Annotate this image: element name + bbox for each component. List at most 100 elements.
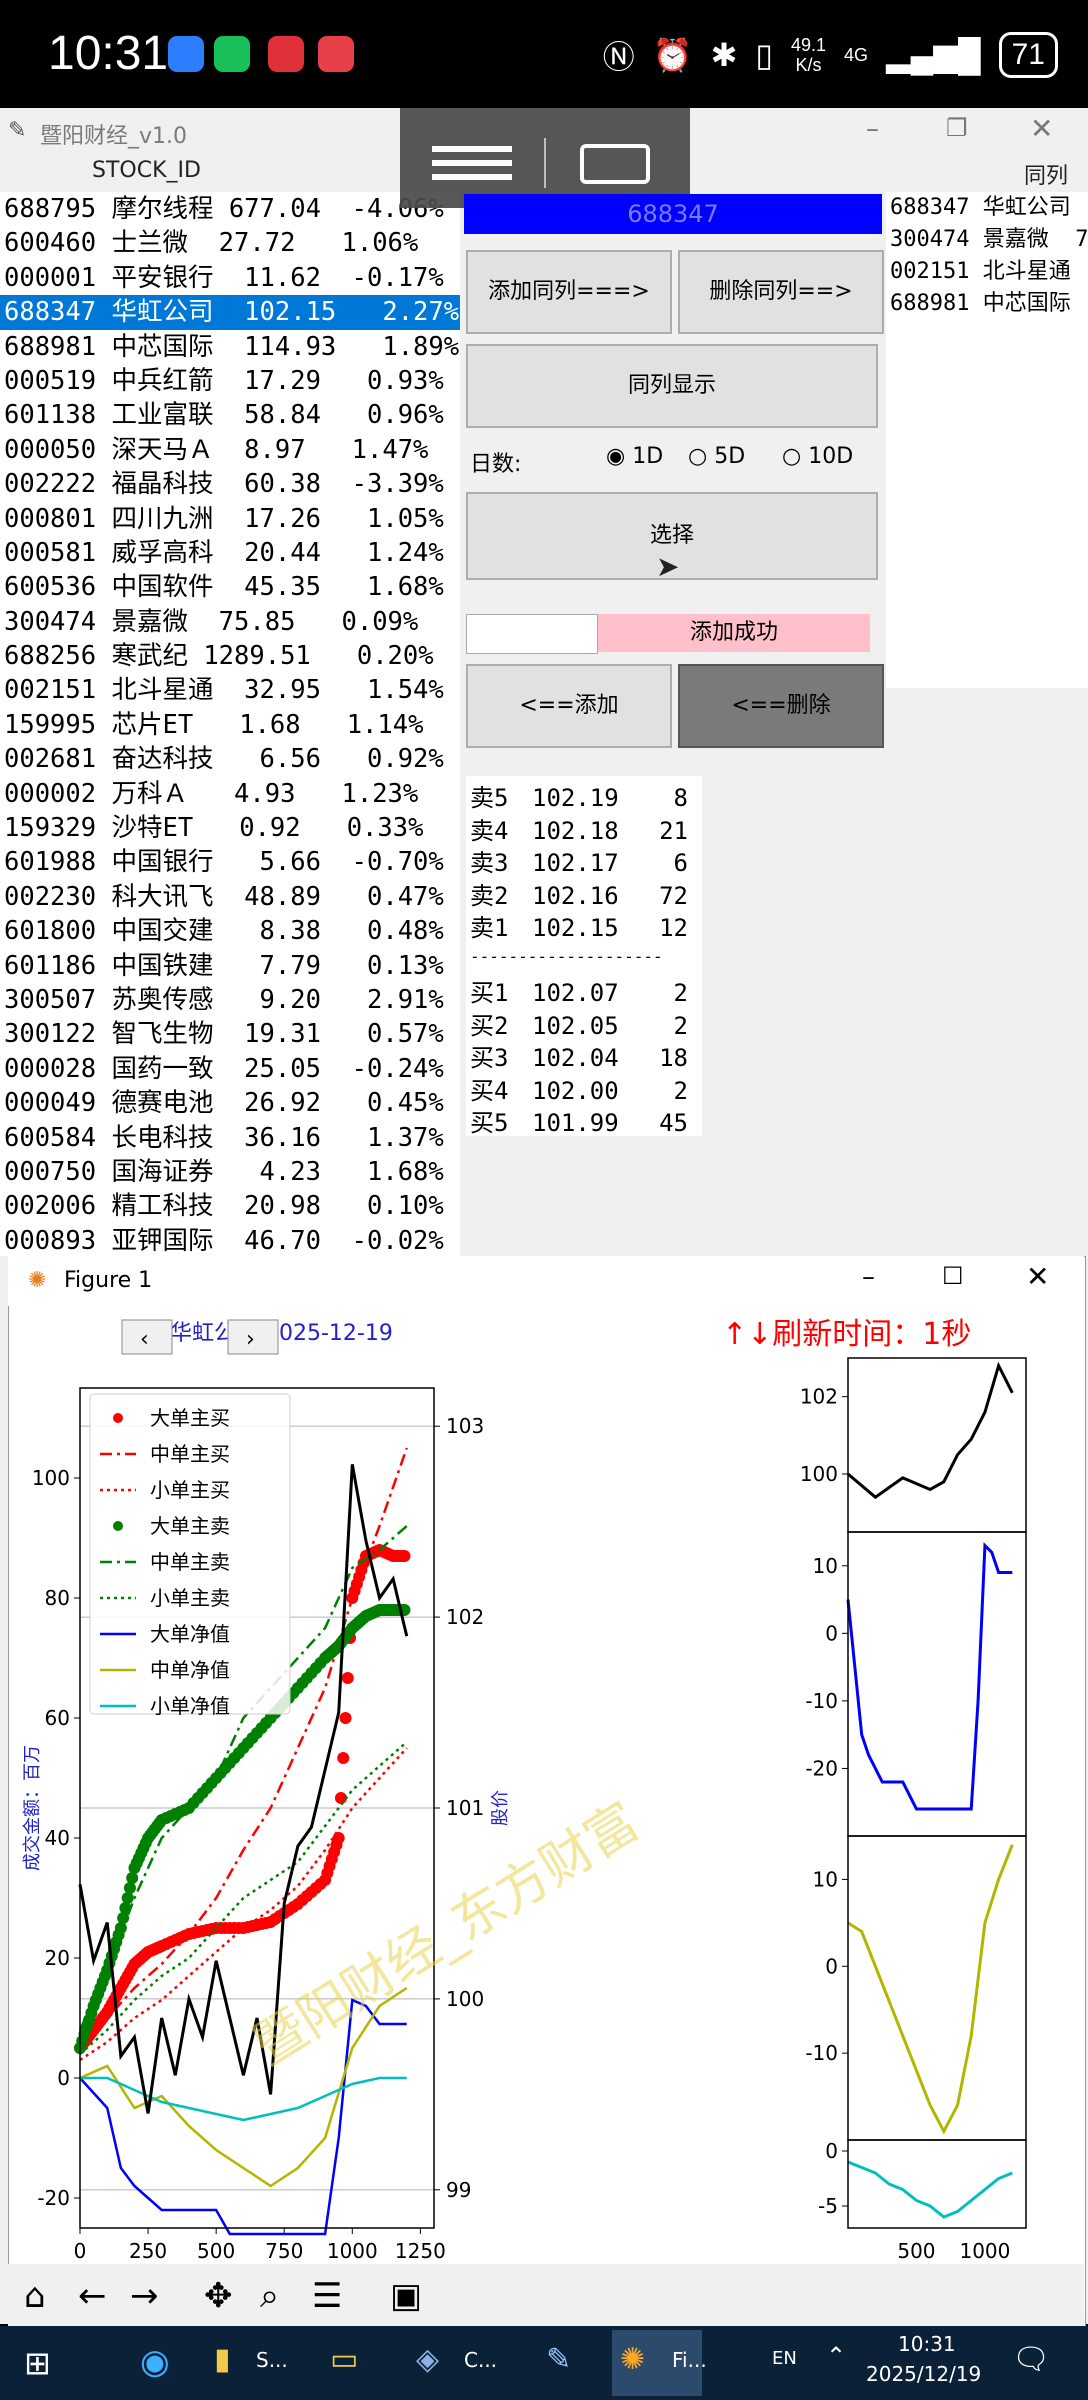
home-icon[interactable]: ⌂ xyxy=(24,2276,46,2316)
taskbar-app-c[interactable]: C... xyxy=(464,2348,497,2372)
notification-icon[interactable]: 🗨 xyxy=(1012,2342,1050,2377)
taskbar-app-s[interactable]: S... xyxy=(256,2348,288,2372)
radio-10d[interactable]: ○ 10D xyxy=(782,444,853,469)
chevron-up-icon[interactable]: ⌃ xyxy=(826,2342,846,2370)
stock-list-item[interactable]: 000002 万科Ａ 4.93 1.23% xyxy=(0,777,460,811)
save-icon[interactable]: ▣ xyxy=(390,2276,422,2316)
stock-list-item[interactable]: 600584 长电科技 36.16 1.37% xyxy=(0,1121,460,1155)
back-icon[interactable]: ← xyxy=(78,2276,107,2316)
ask-row: 卖1 102.15 12 xyxy=(466,908,702,942)
lang-indicator[interactable]: EN xyxy=(772,2348,797,2369)
legend-label: 小单主卖 xyxy=(150,1586,230,1610)
bid-row: 买3 102.04 18 xyxy=(466,1038,702,1072)
restore-icon[interactable]: ❐ xyxy=(946,114,968,142)
main-axes: 99100101102103-200204060801000 250 500 750 1… xyxy=(22,1387,511,2263)
bid-price: 102.05 xyxy=(532,1011,619,1040)
delete-button[interactable]: <==删除 xyxy=(678,664,884,748)
stock-list-item[interactable]: 002230 科大讯飞 48.89 0.47% xyxy=(0,880,460,914)
stock-list-item[interactable]: 688256 寒武纪 1289.51 0.20% xyxy=(0,639,460,673)
stock-list-item[interactable]: 000519 中兵红箭 17.29 0.93% xyxy=(0,364,460,398)
series-point xyxy=(121,1892,134,1904)
y-tick-label: 80 xyxy=(45,1586,70,1610)
stock-list-item[interactable]: 600536 中国软件 45.35 1.68% xyxy=(0,570,460,604)
menu-icon[interactable] xyxy=(432,146,512,152)
figure-app-icon[interactable]: ✺ xyxy=(620,2342,645,2377)
ask-label: 卖3 xyxy=(470,849,509,877)
taskbar-time[interactable]: 10:31 xyxy=(898,2332,956,2356)
configure-icon[interactable]: ☰ xyxy=(312,2276,342,2316)
stock-list-item[interactable]: 601988 中国银行 5.66 -0.70% xyxy=(0,845,460,879)
app-calendar-icon xyxy=(318,36,354,72)
network-type: 4G xyxy=(844,44,869,65)
edge-icon[interactable]: ◉ xyxy=(140,2342,170,2382)
taskbar-date[interactable]: 2025/12/19 xyxy=(866,2362,981,2386)
stock-list-item[interactable]: 300122 智飞生物 19.31 0.57% xyxy=(0,1017,460,1051)
peer-list-item[interactable]: 688981 中芯国际 xyxy=(886,288,1088,320)
stock-list-item[interactable]: 000750 国海证券 4.23 1.68% xyxy=(0,1155,460,1189)
close-icon[interactable]: ✕ xyxy=(1030,112,1053,145)
windows-start-icon[interactable]: ⊞ xyxy=(24,2344,51,2382)
peer-list-item[interactable]: 002151 北斗星通 xyxy=(886,256,1088,288)
keyboard-icon[interactable] xyxy=(580,144,650,184)
stock-list-item[interactable]: 159329 沙特ET 0.92 0.33% xyxy=(0,811,460,845)
stock-list-item[interactable]: 601800 中国交建 8.38 0.48% xyxy=(0,914,460,948)
net-speed: 49.1 K/s xyxy=(791,35,827,75)
stock-list-item[interactable]: 300474 景嘉微 75.85 0.09% xyxy=(0,605,460,639)
taskbar-app-fi[interactable]: Fi... xyxy=(672,2348,707,2372)
input-field[interactable] xyxy=(466,614,598,654)
app-c-icon[interactable]: ◈ xyxy=(416,2342,439,2377)
stock-list-item[interactable]: 002006 精工科技 20.98 0.10% xyxy=(0,1189,460,1223)
minimize-icon[interactable]: – xyxy=(866,114,879,144)
radio-1d[interactable]: ◉ 1D xyxy=(606,444,663,469)
legend-label: 大单主卖 xyxy=(150,1514,230,1538)
stock-list-item[interactable]: 000028 国药一致 25.05 -0.24% xyxy=(0,1052,460,1086)
stock-list-item[interactable]: 002222 福晶科技 60.38 -3.39% xyxy=(0,467,460,501)
y-tick-label: -20 xyxy=(37,2186,70,2210)
legend-marker xyxy=(113,1521,123,1531)
stock-list-item[interactable]: 000581 威孚高科 20.44 1.24% xyxy=(0,536,460,570)
peer-list-item[interactable]: 300474 景嘉微 7 xyxy=(886,224,1088,256)
radio-5d[interactable]: ○ 5D xyxy=(688,444,745,469)
col-stock-id[interactable]: STOCK_ID xyxy=(92,158,201,183)
pan-icon[interactable]: ✥ xyxy=(204,2276,233,2316)
delete-peer-button[interactable]: 删除同列==> xyxy=(678,250,884,334)
feather-app-icon[interactable]: ✎ xyxy=(546,2342,571,2377)
bid-label: 买1 xyxy=(470,979,509,1007)
stock-list-item[interactable]: 688981 中芯国际 114.93 1.89% xyxy=(0,330,460,364)
add-peer-button[interactable]: 添加同列===> xyxy=(466,250,672,334)
zoom-icon[interactable]: ⌕ xyxy=(260,2276,279,2316)
fig-maximize-icon[interactable]: ☐ xyxy=(942,1262,964,1290)
bluetooth-icon: ✱ xyxy=(710,37,738,73)
forward-icon[interactable]: → xyxy=(130,2276,159,2316)
peer-list-item[interactable]: 688347 华虹公司 xyxy=(886,192,1088,224)
y2-tick-label: 101 xyxy=(446,1796,484,1820)
stock-list-item[interactable]: 159995 芯片ET 1.68 1.14% xyxy=(0,708,460,742)
radio-empty-icon: ○ xyxy=(688,444,708,469)
stock-list-item[interactable]: 601138 工业富联 58.84 0.96% xyxy=(0,398,460,432)
stock-list-item[interactable]: 688347 华虹公司 102.15 2.27% xyxy=(0,295,460,330)
stock-list-item[interactable]: 000050 深天马Ａ 8.97 1.47% xyxy=(0,433,460,467)
legend-label: 中单主卖 xyxy=(150,1550,230,1574)
stock-list-item[interactable]: 688795 摩尔线程 677.04 -4.06% xyxy=(0,192,460,226)
stock-list-item[interactable]: 002151 北斗星通 32.95 1.54% xyxy=(0,673,460,707)
peer-list[interactable]: 688347 华虹公司 300474 景嘉微 7 002151 北斗星通 688981… xyxy=(886,192,1088,688)
y2-tick-label: 103 xyxy=(446,1414,484,1438)
bid-volume: 18 xyxy=(659,1044,688,1072)
bid-price: 102.00 xyxy=(532,1076,619,1105)
stock-list-item[interactable]: 600460 士兰微 27.72 1.06% xyxy=(0,226,460,260)
folder-icon[interactable]: ▮ xyxy=(214,2342,231,2377)
sub-y-tick-label: -10 xyxy=(805,2041,838,2065)
stock-list-item[interactable]: 002681 奋达科技 6.56 0.92% xyxy=(0,742,460,776)
stock-list-item[interactable]: 000001 平安银行 11.62 -0.17% xyxy=(0,261,460,295)
stock-list-item[interactable]: 000049 德赛电池 26.92 0.45% xyxy=(0,1086,460,1120)
stock-list-item[interactable]: 000893 亚钾国际 46.70 -0.02% xyxy=(0,1224,460,1256)
stock-list-item[interactable]: 300507 苏奥传感 9.20 2.91% xyxy=(0,983,460,1017)
stock-list-item[interactable]: 601186 中国铁建 7.79 0.13% xyxy=(0,949,460,983)
add-button[interactable]: <==添加 xyxy=(466,664,672,748)
fig-minimize-icon[interactable]: – xyxy=(862,1262,875,1292)
show-peer-button[interactable]: 同列显示 xyxy=(466,344,878,428)
stock-list-item[interactable]: 000801 四川九洲 17.26 1.05% xyxy=(0,502,460,536)
explorer-icon[interactable]: ▭ xyxy=(330,2342,358,2377)
fig-close-icon[interactable]: ✕ xyxy=(1026,1260,1049,1293)
stock-list[interactable]: 688795 摩尔线程 677.04 -4.06% 600460 士兰微 27.7… xyxy=(0,192,460,1256)
